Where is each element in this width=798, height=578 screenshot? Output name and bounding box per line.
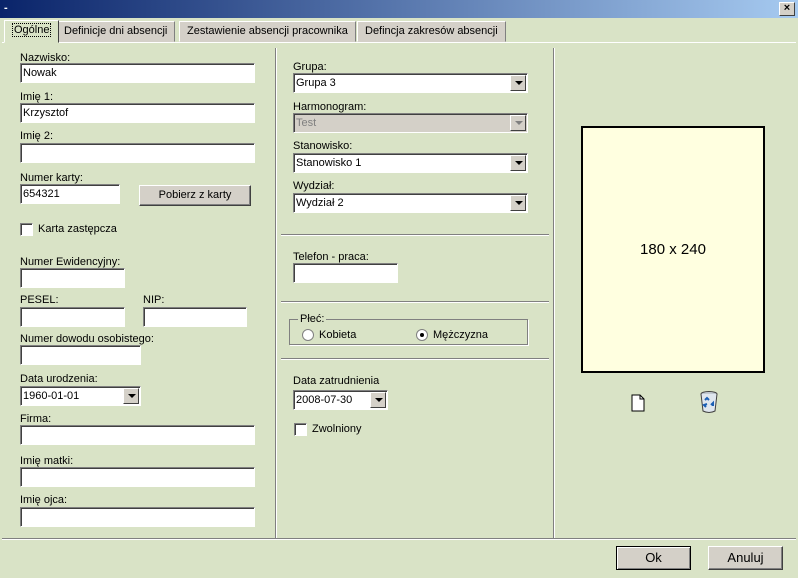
wydzial-value: Wydział 2 [296, 197, 344, 209]
chevron-down-icon [510, 115, 526, 131]
recycle-bin-icon[interactable] [698, 390, 720, 414]
pesel-input[interactable] [20, 307, 125, 327]
imie-ojca-label: Imię ojca: [20, 494, 68, 506]
data-zatrudnienia-value: 2008-07-30 [296, 394, 353, 406]
window-titlebar: - [0, 0, 798, 18]
harmonogram-value: Test [296, 117, 317, 129]
section-divider [281, 358, 549, 360]
tab-ogolne-label: Ogólne [12, 23, 52, 37]
numer-karty-input[interactable]: 654321 [20, 184, 120, 204]
nip-label: NIP: [143, 294, 165, 306]
column-separator [553, 48, 555, 538]
chevron-down-icon[interactable] [510, 195, 526, 211]
zwolniony-checkbox[interactable] [294, 423, 307, 436]
mezczyzna-label: Mężczyzna [433, 329, 489, 341]
pobierz-z-karty-button[interactable]: Pobierz z karty [139, 185, 251, 206]
firma-label: Firma: [20, 413, 52, 425]
data-zatrudnienia-picker[interactable]: 2008-07-30 [293, 390, 388, 410]
kobieta-label: Kobieta [319, 329, 357, 341]
imie2-label: Imię 2: [20, 130, 54, 142]
dowod-input[interactable] [20, 345, 141, 365]
photo-size-text: 180 x 240 [640, 241, 706, 258]
grupa-select[interactable]: Grupa 3 [293, 73, 528, 93]
numer-karty-label: Numer karty: [20, 172, 83, 184]
stanowisko-label: Stanowisko: [293, 140, 353, 152]
cancel-button[interactable]: Anuluj [708, 546, 783, 570]
data-urodzenia-picker[interactable]: 1960-01-01 [20, 386, 141, 406]
nazwisko-input[interactable]: Nowak [20, 63, 255, 83]
stanowisko-select[interactable]: Stanowisko 1 [293, 153, 528, 173]
imie1-input[interactable]: Krzysztof [20, 103, 255, 123]
kobieta-radio[interactable] [302, 329, 314, 341]
pesel-label: PESEL: [20, 294, 59, 306]
telefon-input[interactable] [293, 263, 398, 283]
karta-zastepcza-label: Karta zastępcza [38, 223, 117, 235]
stanowisko-value: Stanowisko 1 [296, 157, 362, 169]
firma-input[interactable] [20, 425, 255, 445]
nip-input[interactable] [143, 307, 247, 327]
imie-matki-label: Imię matki: [20, 455, 74, 467]
imie1-label: Imię 1: [20, 91, 54, 103]
close-button[interactable]: × [779, 2, 795, 16]
plec-label: Płeć: [298, 313, 327, 325]
grupa-value: Grupa 3 [296, 77, 336, 89]
column-separator [275, 48, 277, 538]
ok-button[interactable]: Ok [616, 546, 691, 570]
chevron-down-icon[interactable] [510, 155, 526, 171]
telefon-label: Telefon - praca: [293, 251, 369, 263]
karta-zastepcza-checkbox[interactable] [20, 223, 33, 236]
mezczyzna-radio[interactable] [416, 329, 428, 341]
imie-ojca-input[interactable] [20, 507, 255, 527]
tab-zestawienie-absencji[interactable]: Zestawienie absencji pracownika [179, 21, 356, 42]
harmonogram-label: Harmonogram: [293, 101, 367, 113]
grupa-label: Grupa: [293, 61, 327, 73]
data-zatrudnienia-label: Data zatrudnienia [293, 375, 380, 387]
numer-ewid-label: Numer Ewidencyjny: [20, 256, 121, 268]
zwolniony-label: Zwolniony [312, 423, 362, 435]
data-urodzenia-value: 1960-01-01 [23, 390, 80, 402]
wydzial-select[interactable]: Wydział 2 [293, 193, 528, 213]
wydzial-label: Wydział: [293, 180, 335, 192]
tab-definicje-dni-absencji[interactable]: Definicje dni absencji [56, 21, 176, 42]
chevron-down-icon[interactable] [370, 392, 386, 408]
footer-divider [2, 538, 796, 540]
harmonogram-select: Test [293, 113, 528, 133]
imie2-input[interactable] [20, 143, 255, 163]
tab-divider [2, 42, 796, 43]
numer-ewid-input[interactable] [20, 268, 125, 288]
imie-matki-input[interactable] [20, 467, 255, 487]
new-document-icon[interactable] [630, 394, 646, 412]
dowod-label: Numer dowodu osobistego: [20, 333, 154, 345]
section-divider [281, 234, 549, 236]
tab-definicja-zakresow[interactable]: Defincja zakresów absencji [357, 21, 506, 42]
photo-placeholder[interactable]: 180 x 240 [581, 126, 765, 373]
tab-ogolne[interactable]: Ogólne [4, 20, 60, 43]
chevron-down-icon[interactable] [123, 388, 139, 404]
data-urodzenia-label: Data urodzenia: [20, 373, 98, 385]
section-divider [281, 301, 549, 303]
chevron-down-icon[interactable] [510, 75, 526, 91]
window-title: - [4, 2, 8, 14]
